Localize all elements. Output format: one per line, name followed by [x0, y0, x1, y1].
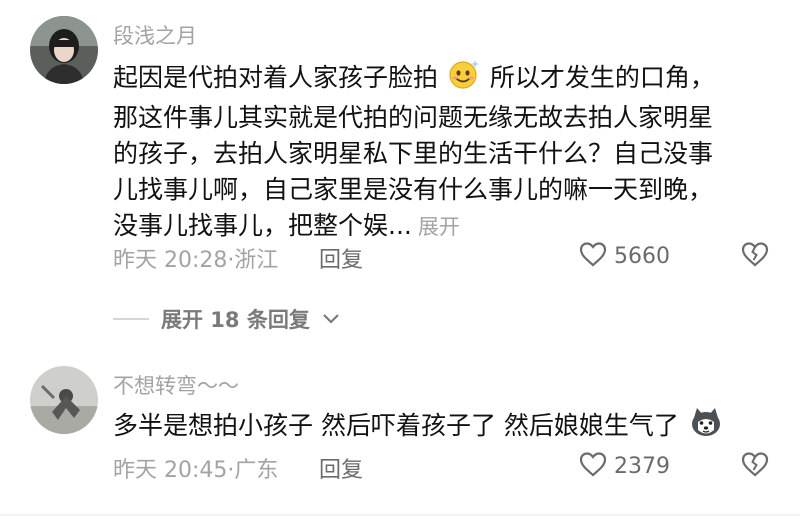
avatar[interactable]: [30, 16, 98, 84]
comment-time-location: 昨天 20:45·广东: [113, 458, 279, 483]
divider: [113, 318, 149, 320]
reply-button[interactable]: 回复: [319, 452, 363, 484]
comment-meta-row: 昨天 20:45·广东 回复 2379: [113, 450, 770, 484]
expand-text-link[interactable]: 展开: [418, 215, 460, 239]
like-count: 5660: [614, 243, 670, 269]
comment-text-line: 没事儿找事儿，把整个娱...: [113, 211, 412, 240]
comment-text: 起因是代拍对着人家孩子脸拍 所以才发生的口角， 那这件事儿其实就是代拍的问题无缘…: [113, 58, 763, 245]
avatar[interactable]: [30, 366, 98, 434]
comment-text-line: 起因是代拍对着人家孩子脸拍: [113, 63, 439, 92]
smile-sparkle-emoji-icon: [448, 58, 480, 100]
expand-replies-label: 展开 18 条回复: [161, 308, 310, 332]
comment-username[interactable]: 不想转弯～～: [113, 370, 239, 400]
dislike-button[interactable]: [740, 450, 770, 482]
like-button[interactable]: 2379: [578, 450, 670, 482]
heart-outline-icon: [578, 450, 608, 482]
broken-heart-icon: [740, 242, 770, 272]
broken-heart-icon: [740, 452, 770, 482]
comment-text-line: 那这件事儿其实就是代拍的问题无缘无故去拍人家明星: [113, 103, 714, 132]
husky-dog-emoji-icon: [689, 406, 723, 448]
comment-text-line: 所以才发生的口角，: [489, 63, 715, 92]
comment-text-line: 的孩子，去拍人家明星私下里的生活干什么？自己没事: [113, 139, 714, 168]
like-button[interactable]: 5660: [578, 240, 670, 272]
divider: [0, 514, 800, 516]
comment-text-line: 多半是想拍小孩子 然后吓着孩子了 然后娘娘生气了: [113, 411, 679, 440]
reply-button[interactable]: 回复: [319, 242, 363, 274]
comment-time-location: 昨天 20:28·浙江: [113, 248, 279, 273]
heart-outline-icon: [578, 240, 608, 272]
dislike-button[interactable]: [740, 240, 770, 272]
expand-replies-button[interactable]: 展开 18 条回复: [113, 304, 340, 334]
comment-text-line: 儿找事儿啊，自己家里是没有什么事儿的嘛一天到晚，: [113, 175, 714, 204]
like-count: 2379: [614, 453, 670, 479]
chevron-down-icon: [322, 310, 340, 329]
comment-username[interactable]: 段浅之月: [113, 20, 197, 50]
comment-meta-row: 昨天 20:28·浙江 回复 5660: [113, 240, 770, 274]
comment-item: 不想转弯～～ 多半是想拍小孩子 然后吓着孩子了 然后娘娘生气了 昨天 20:45…: [0, 356, 800, 506]
comment-text: 多半是想拍小孩子 然后吓着孩子了 然后娘娘生气了: [113, 406, 763, 448]
comment-item: 段浅之月 起因是代拍对着人家孩子脸拍 所以才发生的口角， 那这件事儿其实就是代拍…: [0, 0, 800, 290]
